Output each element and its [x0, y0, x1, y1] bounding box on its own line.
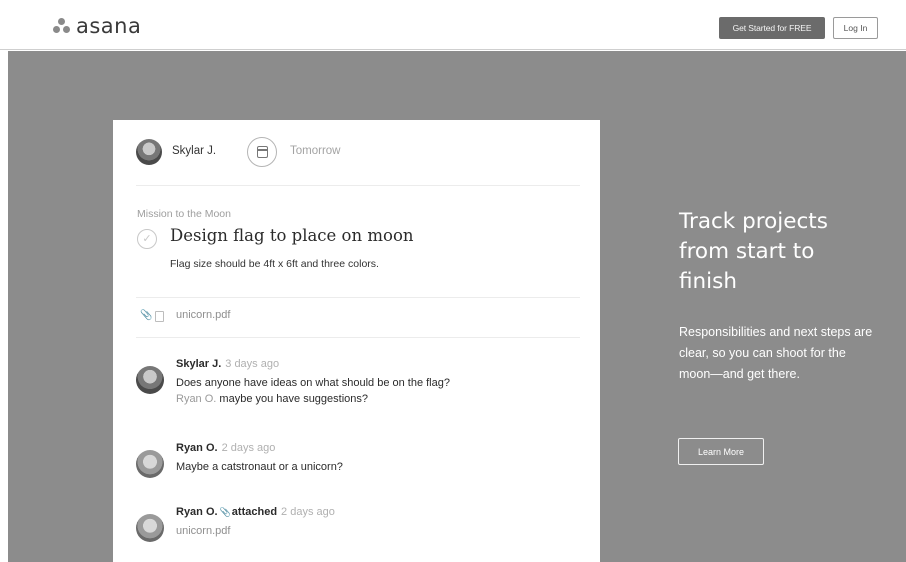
top-navigation-bar: asana Get Started for FREE Log In — [0, 0, 906, 50]
description-divider — [136, 297, 580, 298]
complete-task-checkbox[interactable]: ✓ — [137, 229, 157, 249]
comment-time: 2 days ago — [221, 442, 276, 454]
calendar-icon — [257, 146, 268, 158]
comment-author[interactable]: Skylar J. — [176, 358, 221, 370]
paperclip-icon: 📎 — [140, 310, 153, 321]
comment-author[interactable]: Ryan O. — [176, 442, 218, 454]
header-divider — [136, 185, 580, 186]
asana-logo[interactable]: asana — [52, 14, 141, 38]
file-icon — [155, 311, 164, 322]
comment-action: attached — [231, 506, 278, 518]
due-date-label[interactable]: Tomorrow — [290, 145, 340, 157]
due-date-button[interactable] — [247, 137, 277, 167]
attached-file-link[interactable]: unicorn.pdf — [176, 525, 230, 537]
task-title[interactable]: Design flag to place on moon — [170, 226, 414, 245]
comment-text-rest: maybe you have suggestions? — [216, 393, 369, 405]
commenter-avatar — [136, 450, 164, 478]
learn-more-button[interactable]: Learn More — [678, 438, 764, 465]
comment-author-line: Ryan O. 📎attached 2 days ago — [176, 506, 335, 518]
get-started-button[interactable]: Get Started for FREE — [719, 17, 825, 39]
hero-body-text: Responsibilities and next steps are clea… — [679, 325, 873, 381]
comment-author-line: Ryan O. 2 days ago — [176, 442, 275, 454]
paperclip-icon: 📎 — [219, 507, 231, 517]
task-card: Skylar J. Tomorrow Mission to the Moon ✓… — [113, 120, 600, 562]
comment-text-line2: Ryan O. maybe you have suggestions? — [176, 393, 368, 405]
comment-text: Does anyone have ideas on what should be… — [176, 377, 450, 389]
commenter-avatar — [136, 514, 164, 542]
comment-author[interactable]: Ryan O. — [176, 506, 218, 518]
comment-text: Maybe a catstronaut or a unicorn? — [176, 461, 343, 473]
assignee-avatar[interactable] — [136, 139, 162, 165]
logo-text: asana — [76, 14, 142, 38]
comment-time: 2 days ago — [281, 506, 335, 518]
comment-author-line: Skylar J. 3 days ago — [176, 358, 279, 370]
hero-headline: Track projects from start to finish — [679, 209, 828, 294]
comment-item: Skylar J. 3 days ago Does anyone have ide… — [136, 358, 580, 416]
attachment-divider — [136, 337, 580, 338]
task-description[interactable]: Flag size should be 4ft x 6ft and three … — [170, 258, 379, 270]
commenter-avatar — [136, 366, 164, 394]
comment-item: Ryan O. 2 days ago Maybe a catstronaut or… — [136, 442, 580, 500]
mention-link[interactable]: Ryan O. — [176, 393, 216, 405]
asana-dots-icon — [52, 17, 72, 35]
comment-item: Ryan O. 📎attached 2 days ago unicorn.pdf — [136, 506, 580, 562]
project-name[interactable]: Mission to the Moon — [137, 208, 231, 220]
login-button[interactable]: Log In — [833, 17, 878, 39]
task-card-header: Skylar J. Tomorrow — [136, 137, 580, 169]
assignee-name[interactable]: Skylar J. — [172, 145, 216, 157]
attachment-name[interactable]: unicorn.pdf — [176, 309, 230, 321]
comment-time: 3 days ago — [225, 358, 280, 370]
